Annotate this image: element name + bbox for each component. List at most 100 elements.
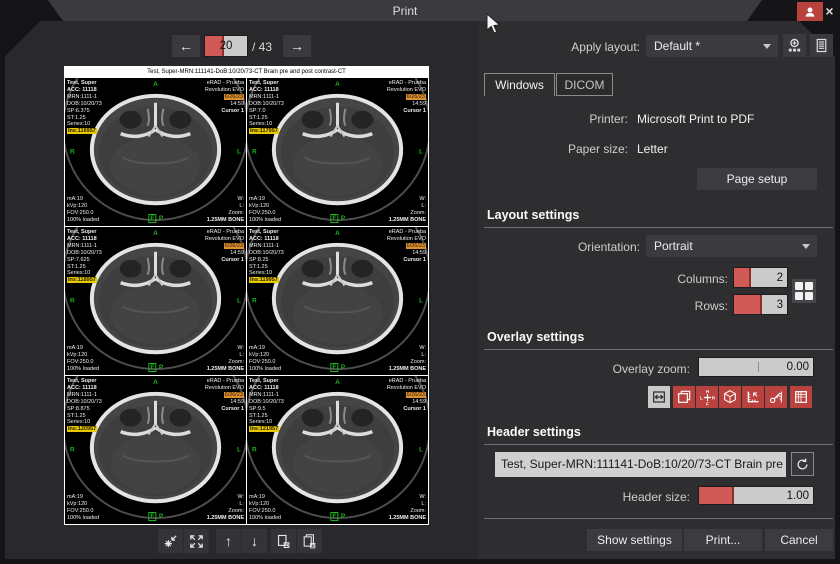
user-icon [803, 5, 817, 19]
next-page-button[interactable]: → [283, 35, 311, 57]
svg-text:R: R [711, 395, 715, 400]
header-settings-title: Header settings [487, 425, 581, 439]
preview-cell[interactable]: Test, Super ACC: 11118 MRN:1111-1 DOB:10… [247, 376, 428, 524]
cancel-button[interactable]: Cancel [765, 529, 833, 551]
cell-overlay-top-left: Test, Super ACC: 11118 MRN:1111-1 DOB:10… [67, 378, 102, 433]
orientation-marker-feet: FP [148, 512, 163, 521]
fit-overlays-button[interactable] [648, 386, 670, 408]
tab-windows-label: Windows [495, 78, 544, 92]
measurements-button[interactable] [765, 386, 787, 408]
columns-spinner[interactable]: 2 [733, 267, 788, 288]
actual-size-button[interactable] [158, 529, 183, 553]
rows-label: Rows: [620, 299, 728, 313]
grid-icon [795, 282, 813, 300]
page-setup-button[interactable]: Page setup [697, 168, 817, 190]
paper-size-label: Paper size: [520, 142, 628, 156]
page-total-label: / 43 [252, 40, 272, 54]
cell-overlay-bottom-right: W: L: Zoom: 1.25MM BONE [389, 345, 426, 373]
cell-overlay-bottom-left: mA:19 kVp:120 FOV:250.0 100% loaded [249, 196, 281, 224]
ruler-icon [745, 389, 761, 405]
orientation-marker-feet: FP [148, 363, 163, 372]
orientation-markers-button[interactable]: H L R F [696, 386, 718, 408]
show-settings-button[interactable]: Show settings [587, 529, 682, 551]
orientation-marker-right: R [70, 447, 75, 454]
reset-header-button[interactable] [791, 452, 814, 476]
header-size-fill [699, 487, 734, 504]
show-overlays-button[interactable] [673, 386, 695, 408]
header-size-value: 1.00 [787, 490, 809, 502]
tab-windows[interactable]: Windows [484, 73, 555, 96]
tab-dicom[interactable]: DICOM [556, 73, 613, 96]
table-overlay-button[interactable] [790, 386, 812, 408]
orientation-marker-left: L [419, 447, 423, 454]
move-page-up-button[interactable]: ↑ [216, 529, 241, 553]
preview-cell[interactable]: Test, Super ACC: 11118 MRN:1111-1 DOB:10… [247, 78, 428, 226]
orientation-label: Orientation: [520, 240, 640, 254]
user-button[interactable] [797, 2, 823, 21]
ruler-button[interactable] [742, 386, 764, 408]
fit-overlays-icon [651, 389, 667, 405]
cell-overlay-bottom-right: W: L: Zoom: 1.25MM BONE [389, 196, 426, 224]
cell-overlay-top-right: eRAD - Prueba Revolution EVO 6/26/23 14:… [387, 378, 426, 413]
orientation-marker-feet: FP [330, 512, 345, 521]
rows-spinner[interactable]: 3 [733, 294, 788, 315]
fit-page-button[interactable] [184, 529, 209, 553]
cell-overlay-bottom-right: W: L: Zoom: 1.25MM BONE [389, 494, 426, 522]
cell-overlay-bottom-left: mA:19 kVp:120 FOV:250.0 100% loaded [249, 494, 281, 522]
preview-cell[interactable]: Test, Super ACC: 11118 MRN:1111-1 DOB:10… [65, 227, 246, 375]
layout-settings-title: Layout settings [487, 208, 579, 222]
overlay-zoom-value: 0.00 [787, 361, 809, 373]
delete-page-button[interactable] [271, 529, 296, 553]
preview-cell[interactable]: Test, Super ACC: 11118 MRN:1111-1 DOB:10… [65, 376, 246, 524]
columns-value: 2 [777, 272, 783, 284]
page-number-spinner[interactable]: 20 [204, 35, 248, 57]
chevron-down-icon [763, 44, 771, 49]
close-icon: × [825, 3, 833, 19]
cell-overlay-top-right: eRAD - Prueba Revolution EVO 6/26/23 14:… [387, 229, 426, 264]
preview-page-header: Test, Super-MRN:111141-DoB:10/20/73-CT B… [65, 67, 428, 78]
close-button[interactable]: × [821, 2, 838, 20]
orientation-cube-button[interactable] [719, 386, 741, 408]
arrow-down-icon: ↓ [251, 533, 258, 549]
print-button[interactable]: Print... [684, 529, 762, 551]
header-size-slider[interactable]: 1.00 [698, 486, 814, 505]
orientation-marker-right: R [252, 298, 257, 305]
cell-overlay-bottom-right: W: L: Zoom: 1.25MM BONE [207, 196, 244, 224]
orientation-marker-left: L [237, 149, 241, 156]
overlay-zoom-slider[interactable]: 0.00 [698, 357, 814, 377]
preview-grid: Test, Super ACC: 11118 MRN:1111-1 DOB:10… [65, 78, 428, 524]
orientation-marker-anterior: A [335, 81, 340, 88]
titlebar: Print [48, 0, 762, 21]
tab-dicom-label: DICOM [565, 78, 605, 92]
cell-overlay-bottom-left: mA:19 kVp:120 FOV:250.0 100% loaded [67, 494, 99, 522]
previous-page-button[interactable]: ← [172, 35, 200, 57]
preview-cell[interactable]: Test, Super ACC: 11118 MRN:1111-1 DOB:10… [247, 227, 428, 375]
orientation-dropdown[interactable]: Portrait [646, 235, 817, 257]
orientation-markers-icon: H L R F [699, 389, 716, 406]
layout-list-button[interactable] [810, 34, 833, 57]
divider [484, 349, 833, 350]
orientation-marker-anterior: A [335, 230, 340, 237]
overlay-settings-title: Overlay settings [487, 330, 584, 344]
orientation-cube-icon [722, 389, 738, 405]
delete-all-pages-button[interactable] [297, 529, 322, 553]
move-page-down-button[interactable]: ↓ [242, 529, 267, 553]
orientation-value: Portrait [654, 239, 693, 253]
cell-overlay-bottom-right: W: L: Zoom: 1.25MM BONE [207, 494, 244, 522]
apply-layout-dropdown[interactable]: Default * [646, 35, 778, 57]
grid-layout-button[interactable] [792, 279, 816, 303]
window-title: Print [393, 4, 418, 18]
orientation-marker-right: R [70, 298, 75, 305]
header-text-input[interactable]: Test, Super-MRN:111141-DoB:10/20/73-CT B… [495, 452, 786, 477]
orientation-marker-feet: FP [330, 214, 345, 223]
orientation-marker-left: L [237, 298, 241, 305]
orientation-marker-anterior: A [335, 379, 340, 386]
delete-page-icon [275, 533, 292, 550]
divider [484, 227, 833, 228]
layout-list-icon [813, 37, 830, 54]
printer-value: Microsoft Print to PDF [637, 112, 754, 126]
orientation-marker-anterior: A [153, 81, 158, 88]
save-layout-button[interactable] [783, 34, 806, 57]
preview-cell[interactable]: Test, Super ACC: 11118 MRN:1111-1 DOB:10… [65, 78, 246, 226]
orientation-marker-feet: FP [330, 363, 345, 372]
